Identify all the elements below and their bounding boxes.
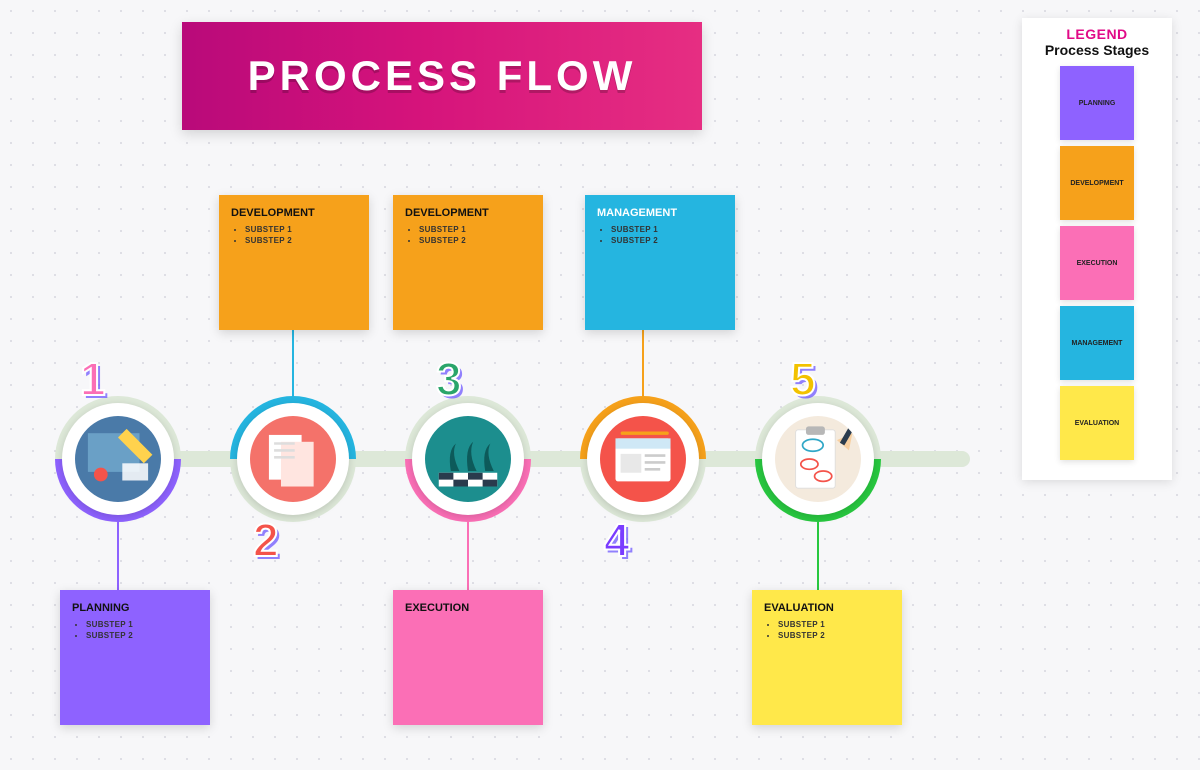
legend-swatch-evaluation: EVALUATION <box>1060 386 1134 460</box>
list-item: SUBSTEP 2 <box>778 631 890 640</box>
card-substeps: SUBSTEP 1 SUBSTEP 2 <box>86 620 198 640</box>
clipboard-icon <box>775 416 861 502</box>
card-evaluation[interactable]: EVALUATION SUBSTEP 1 SUBSTEP 2 <box>752 590 902 725</box>
step-number-1: 1 <box>80 352 106 406</box>
legend-panel: LEGEND Process Stages PLANNING DEVELOPME… <box>1022 18 1172 480</box>
document-icon <box>250 416 336 502</box>
card-title: EVALUATION <box>764 602 890 614</box>
step-node-5[interactable] <box>762 403 874 515</box>
browser-icon <box>600 416 686 502</box>
step-node-1[interactable] <box>62 403 174 515</box>
step-node-2[interactable] <box>237 403 349 515</box>
card-execution[interactable]: EXECUTION <box>393 590 543 725</box>
chess-icon <box>425 416 511 502</box>
legend-swatch-execution: EXECUTION <box>1060 226 1134 300</box>
step-number-4: 4 <box>604 513 630 567</box>
step-number-2: 2 <box>253 513 279 567</box>
list-item: SUBSTEP 2 <box>419 236 531 245</box>
card-substeps: SUBSTEP 1 SUBSTEP 2 <box>611 225 723 245</box>
card-management[interactable]: MANAGEMENT SUBSTEP 1 SUBSTEP 2 <box>585 195 735 330</box>
list-item: SUBSTEP 1 <box>611 225 723 234</box>
step-disc <box>237 403 349 515</box>
connector-3 <box>467 522 469 590</box>
card-title: DEVELOPMENT <box>231 207 357 219</box>
step-node-3[interactable] <box>412 403 524 515</box>
card-substeps: SUBSTEP 1 SUBSTEP 2 <box>778 620 890 640</box>
legend-swatch-development: DEVELOPMENT <box>1060 146 1134 220</box>
step-disc <box>412 403 524 515</box>
connector-1 <box>117 522 119 590</box>
list-item: SUBSTEP 1 <box>245 225 357 234</box>
list-item: SUBSTEP 1 <box>419 225 531 234</box>
step-number-5: 5 <box>790 352 816 406</box>
card-title: MANAGEMENT <box>597 207 723 219</box>
step-number-3: 3 <box>436 352 462 406</box>
legend-subtitle: Process Stages <box>1032 42 1162 58</box>
list-item: SUBSTEP 2 <box>245 236 357 245</box>
step-node-4[interactable] <box>587 403 699 515</box>
card-title: DEVELOPMENT <box>405 207 531 219</box>
step-disc <box>62 403 174 515</box>
title-text: PROCESS FLOW <box>248 52 637 100</box>
step-disc <box>762 403 874 515</box>
list-item: SUBSTEP 2 <box>86 631 198 640</box>
card-development-b[interactable]: DEVELOPMENT SUBSTEP 1 SUBSTEP 2 <box>393 195 543 330</box>
list-item: SUBSTEP 1 <box>86 620 198 629</box>
step-disc <box>587 403 699 515</box>
list-item: SUBSTEP 2 <box>611 236 723 245</box>
connector-4 <box>642 330 644 398</box>
legend-swatch-management: MANAGEMENT <box>1060 306 1134 380</box>
card-substeps: SUBSTEP 1 SUBSTEP 2 <box>419 225 531 245</box>
planning-icon <box>75 416 161 502</box>
list-item: SUBSTEP 1 <box>778 620 890 629</box>
legend-title: LEGEND <box>1032 26 1162 42</box>
card-title: PLANNING <box>72 602 198 614</box>
connector-2 <box>292 330 294 398</box>
card-development-a[interactable]: DEVELOPMENT SUBSTEP 1 SUBSTEP 2 <box>219 195 369 330</box>
title-banner: PROCESS FLOW <box>182 22 702 130</box>
card-title: EXECUTION <box>405 602 531 614</box>
connector-5 <box>817 522 819 590</box>
card-substeps: SUBSTEP 1 SUBSTEP 2 <box>245 225 357 245</box>
legend-swatch-planning: PLANNING <box>1060 66 1134 140</box>
card-planning[interactable]: PLANNING SUBSTEP 1 SUBSTEP 2 <box>60 590 210 725</box>
